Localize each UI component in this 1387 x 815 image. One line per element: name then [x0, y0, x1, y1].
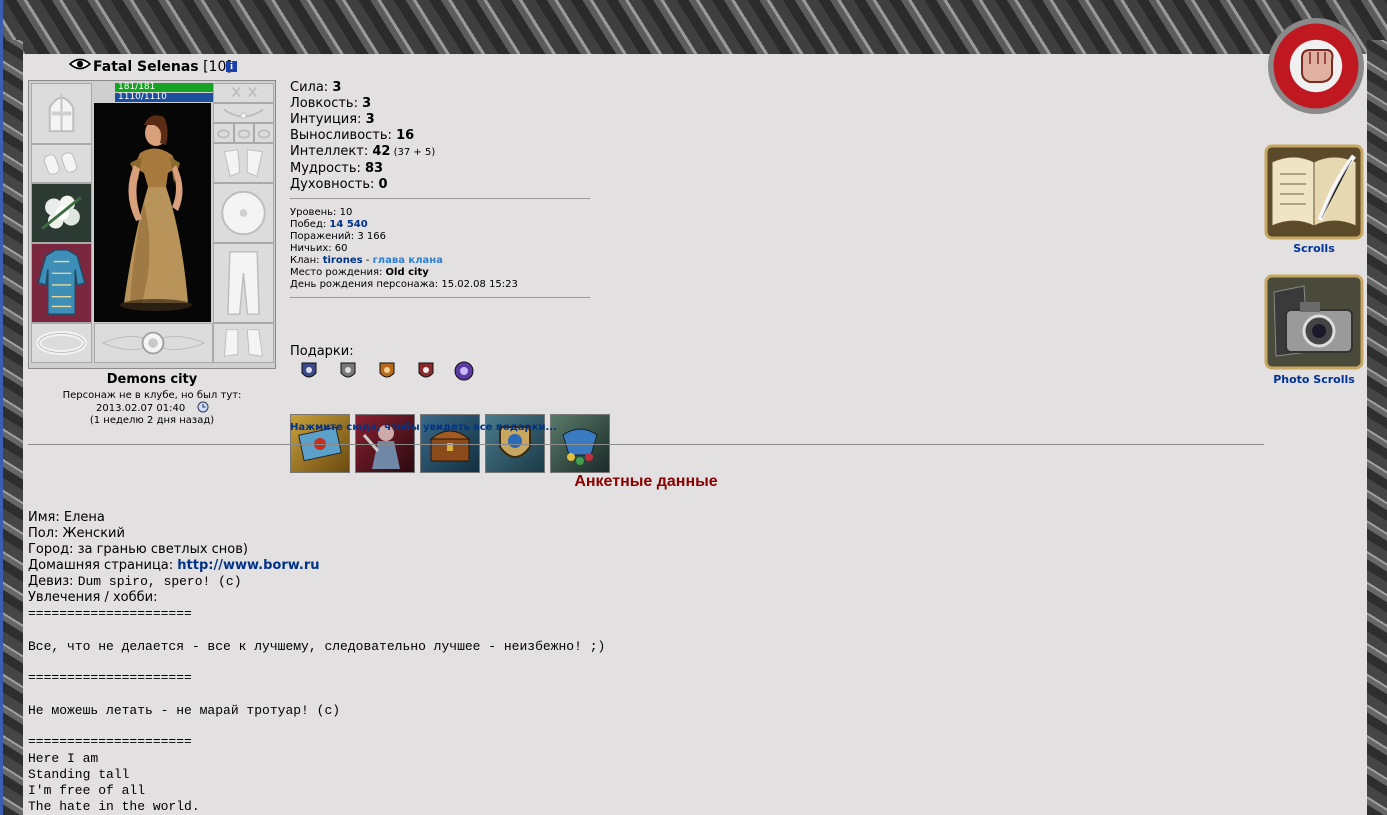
belt-slot[interactable] [31, 323, 92, 363]
stat-intellect: Интеллект: 42 (37 + 5) [290, 144, 436, 159]
info-losses: Поражений: 3 166 [290, 231, 386, 242]
info-divider [290, 297, 590, 298]
info-clan: Клан: tirones - глава клана [290, 255, 443, 266]
info-birthday: День рождения персонажа: 15.02.08 15:23 [290, 279, 518, 290]
all-gifts-link[interactable]: Нажмите сюда, чтобы увидеть все подарки.… [290, 422, 557, 433]
frame-right-border [1367, 40, 1387, 815]
lyric-line-3: I'm free of all [28, 783, 146, 798]
badge-icon-3[interactable] [376, 359, 398, 383]
weapon-bouquet-slot[interactable] [31, 183, 92, 243]
stat-intuition: Интуиция: 3 [290, 112, 375, 127]
stat-wisdom: Мудрость: 83 [290, 161, 384, 176]
ring-slot-3[interactable] [254, 123, 274, 143]
stats-list: Сила: 3 Ловкость: 3 Интуиция: 3 Вынослив… [290, 80, 435, 193]
clock-icon [197, 401, 209, 413]
info-wins: Побед: 14 540 [290, 219, 368, 230]
last-seen: 2013.02.07 01:40 [96, 403, 186, 414]
helmet-slot[interactable] [31, 83, 92, 144]
profile-city: Город: за гранью светлых снов) [28, 542, 248, 557]
hobby-separator-1: ===================== [28, 606, 192, 621]
clan-role: глава клана [372, 255, 443, 266]
stat-agility: Ловкость: 3 [290, 96, 372, 111]
status-line: Персонаж не в клубе, но был тут: [62, 390, 242, 401]
leggings-slot[interactable] [213, 243, 274, 323]
badge-icon-2[interactable] [337, 359, 359, 383]
character-name-line: Fatal Selenas [10] [93, 59, 232, 75]
stat-strength: Сила: 3 [290, 80, 342, 95]
clan-emblem-slot [94, 323, 213, 363]
scroll-book-icon[interactable] [1264, 142, 1364, 242]
info-level: Уровень: 10 [290, 207, 353, 218]
last-seen-ago: (1 неделю 2 дня назад) [89, 415, 215, 426]
photo-camera-icon[interactable] [1264, 272, 1364, 372]
info-list: Уровень: 10 Побед: 14 540 Поражений: 3 1… [290, 207, 518, 291]
armor-shirt-slot[interactable] [31, 243, 92, 323]
lyric-line-2: Standing tall [28, 767, 130, 782]
badge-icon-4[interactable] [415, 359, 437, 383]
homepage-link[interactable]: http://www.borw.ru [177, 558, 319, 573]
ring-slot-1[interactable] [213, 123, 234, 143]
info-icon[interactable]: i [226, 61, 237, 72]
earring-slot[interactable] [213, 83, 274, 103]
stat-spirituality: Духовность: 0 [290, 177, 388, 192]
profile-details: Имя: Елена Пол: Женский Город: за гранью… [28, 510, 320, 606]
bracers-slot[interactable] [31, 144, 92, 183]
profile-homepage: Домашняя страница: http://www.borw.ru [28, 558, 320, 573]
frame-top-border [3, 0, 1387, 54]
hobby-quote-2: Не можешь летать - не марай тротуар! (c) [28, 703, 341, 718]
shield-slot[interactable] [213, 183, 274, 243]
clan-link[interactable]: tirones [323, 255, 363, 266]
eye-icon [69, 58, 91, 70]
gloves-slot[interactable] [213, 143, 274, 183]
info-birthplace: Место рождения: Old city [290, 267, 429, 278]
gifts-title: Подарки: [290, 344, 354, 359]
character-name[interactable]: Fatal Selenas [93, 59, 199, 75]
frame-left-border [3, 40, 23, 815]
hobby-quote-1: Все, что не делается - все к лучшему, сл… [28, 639, 606, 654]
ring-slot-2[interactable] [234, 123, 254, 143]
photo-scrolls-link[interactable]: Photo Scrolls [1254, 373, 1374, 386]
profile-name: Имя: Елена [28, 510, 105, 525]
hobby-separator-3: ===================== [28, 734, 192, 749]
profile-motto: Девиз: Dum spiro, spero! (c) [28, 574, 242, 589]
profile-hobby-label: Увлечения / хобби: [28, 590, 158, 605]
boots-slot[interactable] [213, 323, 274, 363]
info-draws: Ничьих: 60 [290, 243, 348, 254]
character-portrait[interactable] [94, 103, 211, 322]
city-name[interactable]: Demons city [28, 372, 276, 387]
stats-divider [290, 198, 590, 199]
profile-gender: Пол: Женский [28, 526, 125, 541]
profile-page: Fatal Selenas [10] i 181/181 1110/1110 D… [23, 18, 1367, 815]
fist-medallion-icon[interactable] [1268, 18, 1364, 114]
badge-icon-1[interactable] [298, 359, 320, 383]
hobby-separator-2: ===================== [28, 670, 192, 685]
scrolls-link[interactable]: Scrolls [1254, 242, 1374, 255]
section-divider [28, 444, 1264, 445]
amulet-slot[interactable] [213, 103, 274, 123]
profile-heading: Анкетные данные [574, 473, 718, 490]
stat-endurance: Выносливость: 16 [290, 128, 415, 143]
lyric-line-4: The hate in the world. [28, 799, 200, 814]
lyric-line-1: Here I am [28, 751, 99, 766]
badge-icon-5[interactable] [453, 359, 475, 383]
